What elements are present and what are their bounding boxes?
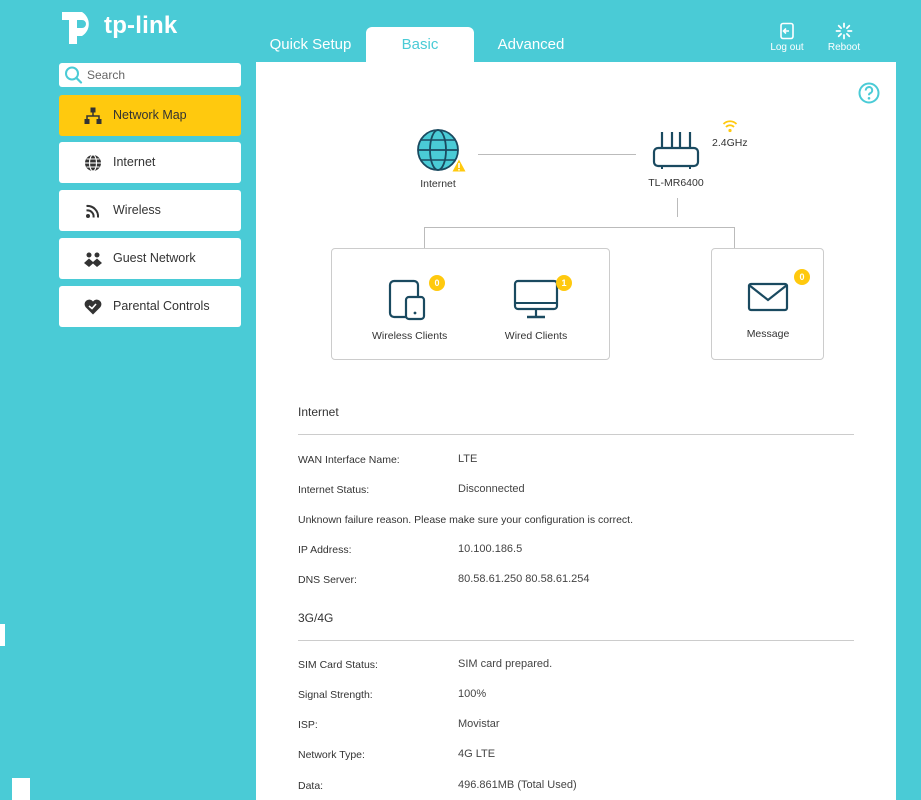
dns-server-value: 80.58.61.250 80.58.61.254 xyxy=(458,573,590,585)
connection-line xyxy=(677,198,678,217)
help-icon[interactable] xyxy=(858,82,880,104)
connection-line xyxy=(424,227,425,248)
wireless-icon xyxy=(86,204,100,218)
isp-label: ISP: xyxy=(298,719,318,731)
sidebar-item-label: Guest Network xyxy=(113,251,196,265)
envelope-icon xyxy=(747,282,789,312)
cellular-section-title: 3G/4G xyxy=(298,611,334,625)
logout-button[interactable]: Log out xyxy=(762,22,812,53)
network-type-value: 4G LTE xyxy=(458,748,496,760)
sidebar-item-label: Wireless xyxy=(113,203,161,217)
section-divider xyxy=(298,640,854,641)
logout-label: Log out xyxy=(770,42,804,53)
sidebar-item-wireless[interactable]: Wireless xyxy=(59,190,241,231)
main-content: Internet 2.4GHz TL-MR6400 Wireless Clien… xyxy=(256,62,896,800)
tab-advanced[interactable]: Advanced xyxy=(478,27,584,62)
connection-line xyxy=(734,227,735,248)
tp-link-logo-icon xyxy=(62,12,89,44)
wireless-clients-count: 0 xyxy=(429,275,445,291)
sidebar-item-label: Parental Controls xyxy=(113,299,210,313)
globe-icon xyxy=(85,154,101,172)
tab-basic[interactable]: Basic xyxy=(366,27,474,62)
connection-line xyxy=(424,227,735,228)
mobile-devices-icon xyxy=(388,279,426,321)
network-type-label: Network Type: xyxy=(298,749,365,761)
internet-section-title: Internet xyxy=(298,405,339,419)
router-icon[interactable] xyxy=(652,130,700,170)
signal-strength-value: 100% xyxy=(458,688,487,700)
clients-box: Wireless Clients 0 Wired Clients 1 xyxy=(331,248,610,360)
message-button[interactable]: Message 0 xyxy=(732,269,810,340)
band-label: 2.4GHz xyxy=(712,137,748,149)
signal-strength-label: Signal Strength: xyxy=(298,689,373,701)
reboot-button[interactable]: Reboot xyxy=(819,22,869,53)
wan-interface-value: LTE xyxy=(458,453,478,465)
internet-status-label: Internet Status: xyxy=(298,484,370,496)
sidebar-item-label: Internet xyxy=(113,155,156,169)
wired-clients-count: 1 xyxy=(556,275,572,291)
ip-address-label: IP Address: xyxy=(298,544,352,556)
connection-line xyxy=(478,154,636,155)
sidebar-item-network-map[interactable]: Network Map xyxy=(59,95,241,136)
wired-clients-button[interactable]: Wired Clients 1 xyxy=(500,275,572,342)
search-box xyxy=(59,63,241,87)
message-box: Message 0 xyxy=(711,248,824,360)
internet-node[interactable] xyxy=(416,128,466,176)
wireless-clients-button[interactable]: Wireless Clients 0 xyxy=(372,275,448,342)
edge-decoration xyxy=(0,624,5,646)
sidebar-item-guest-network[interactable]: Guest Network xyxy=(59,238,241,279)
reboot-icon xyxy=(835,22,853,40)
data-usage-label: Data: xyxy=(298,780,324,792)
sim-status-label: SIM Card Status: xyxy=(298,659,378,671)
isp-value: Movistar xyxy=(458,718,500,730)
tab-quick-setup[interactable]: Quick Setup xyxy=(258,27,363,62)
wired-clients-label: Wired Clients xyxy=(504,330,568,342)
sidebar-item-label: Network Map xyxy=(113,108,187,122)
sidebar-item-parental-controls[interactable]: Parental Controls xyxy=(59,286,241,327)
wireless-clients-label: Wireless Clients xyxy=(372,330,448,342)
message-label: Message xyxy=(746,328,790,340)
dns-server-label: DNS Server: xyxy=(298,574,357,586)
internet-status-value: Disconnected xyxy=(458,483,525,495)
heart-icon xyxy=(84,299,102,315)
sim-status-value: SIM card prepared. xyxy=(458,658,553,670)
search-icon xyxy=(65,66,83,84)
guest-icon xyxy=(84,252,102,267)
logout-icon xyxy=(780,22,794,40)
edge-decoration xyxy=(12,778,30,800)
monitor-icon xyxy=(513,279,559,319)
network-map-icon xyxy=(84,107,102,124)
section-divider xyxy=(298,434,854,435)
router-label: TL-MR6400 xyxy=(648,177,704,189)
data-usage-value: 496.861MB (Total Used) xyxy=(458,779,577,791)
sidebar-item-internet[interactable]: Internet xyxy=(59,142,241,183)
failure-note: Unknown failure reason. Please make sure… xyxy=(298,514,633,526)
message-count: 0 xyxy=(794,269,810,285)
brand-name: tp-link xyxy=(104,12,178,39)
ip-address-value: 10.100.186.5 xyxy=(458,543,523,555)
wan-interface-label: WAN Interface Name: xyxy=(298,454,400,466)
reboot-label: Reboot xyxy=(827,42,861,53)
warning-icon xyxy=(452,159,466,172)
search-input[interactable] xyxy=(87,66,233,83)
internet-node-label: Internet xyxy=(420,178,456,190)
wifi-icon xyxy=(722,120,738,133)
